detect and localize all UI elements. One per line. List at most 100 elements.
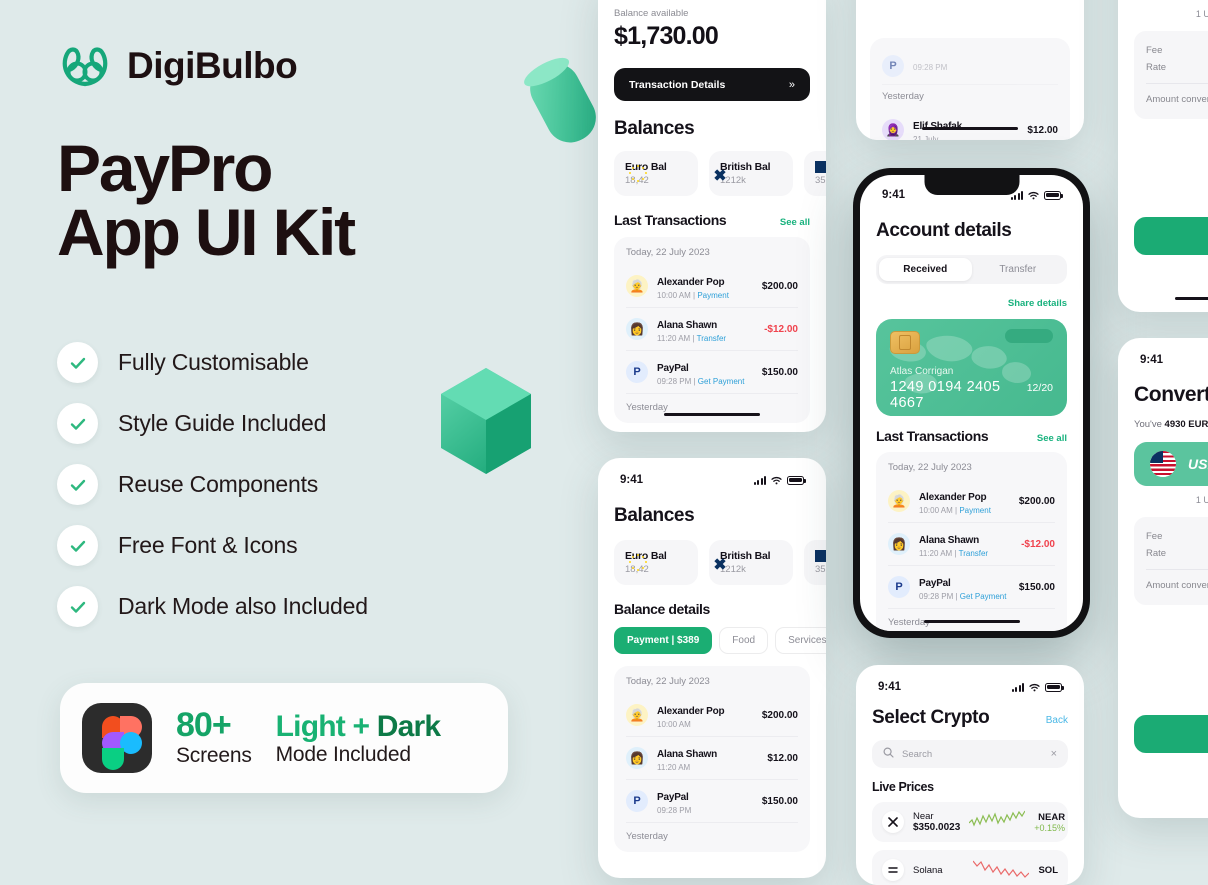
mode-dark-label: Dark	[376, 709, 441, 743]
close-icon[interactable]: ×	[1051, 748, 1057, 760]
amount-converted-label: Amount converted	[1146, 580, 1208, 591]
currency-value: 18,42	[625, 175, 687, 186]
avatar: 👩	[888, 533, 910, 555]
chip-services[interactable]: Services	[775, 627, 826, 654]
transaction-time: 09:28 PM	[657, 806, 692, 815]
search-icon	[883, 745, 894, 763]
chip-food[interactable]: Food	[719, 627, 769, 654]
conversion-details-box: Fee Rate Amount converted	[1134, 517, 1208, 605]
table-row[interactable]: P PayPal 09:28 PM | Get Payment $150.00	[626, 351, 798, 394]
table-row[interactable]: 🧕 Elif Shafak 21 July $12.00	[882, 109, 1058, 140]
table-row[interactable]: 👩 Alana Shawn 11:20 AM | Transfer -$12.0…	[626, 308, 798, 351]
check-icon	[57, 342, 98, 383]
card-number: 1249 0194 2405 4667	[890, 379, 1001, 411]
live-prices-heading: Live Prices	[872, 780, 934, 794]
battery-icon	[1045, 682, 1064, 692]
transaction-name: Alana Shawn	[657, 749, 718, 760]
avatar: 🧑‍🦳	[626, 275, 648, 297]
avatar: P	[882, 55, 904, 77]
transaction-amount: $150.00	[761, 366, 798, 378]
mode-title: Light + Dark	[276, 710, 441, 743]
currency-card-euro[interactable]: Euro Bal 18,42	[614, 540, 698, 585]
status-bar: 9:41	[1118, 347, 1208, 373]
transaction-name: PayPal	[657, 363, 689, 374]
share-details-link[interactable]: Share details	[1008, 298, 1067, 309]
list-item: Dark Mode also Included	[57, 576, 368, 637]
headline-line-1: PayPro	[57, 131, 273, 205]
coin-price: $350.0023	[913, 822, 961, 833]
currency-selector[interactable]: USD	[1134, 442, 1208, 486]
screen-balances: 9:41 Balances Euro Bal 18,42	[598, 458, 826, 878]
coin-name: Near	[913, 811, 934, 822]
check-icon	[57, 586, 98, 627]
transaction-details-button[interactable]: Transaction Details »	[614, 68, 810, 101]
table-row[interactable]: 👩 Alana Shawn 11:20 AM $12.00	[626, 737, 798, 780]
transactions-card: P 09:28 PM Yesterday 🧕 Elif Shafak 21 Ju…	[870, 38, 1070, 140]
status-time: 9:41	[878, 681, 902, 693]
see-all-link[interactable]: See all	[1037, 433, 1067, 444]
brand-name: DigiBulbo	[127, 45, 298, 86]
currency-card-us[interactable]: US Bal 350usd	[804, 151, 826, 196]
transaction-amount: $200.00	[761, 280, 798, 292]
transaction-name: PayPal	[919, 578, 951, 589]
convert-submit-button[interactable]	[1134, 217, 1208, 255]
transaction-time: 11:20 AM	[657, 763, 691, 772]
balance-amount: $1,730.00	[614, 22, 719, 50]
chip-payment[interactable]: Payment | $389	[614, 627, 713, 654]
transaction-name: Alexander Pop	[657, 706, 725, 717]
table-row[interactable]: P PayPal 09:28 PM $150.00	[626, 780, 798, 823]
transaction-amount: -$12.00	[764, 323, 798, 335]
search-input[interactable]: Search ×	[872, 740, 1068, 768]
table-row[interactable]: 🧑‍🦳 Alexander Pop 10:00 AM | Payment $20…	[888, 480, 1055, 523]
currency-value: 1212k	[720, 175, 746, 186]
table-row[interactable]: 🧑‍🦳 Alexander Pop 10:00 AM | Payment $20…	[626, 265, 798, 308]
currency-card-british[interactable]: British Bal 1212k	[709, 151, 793, 196]
card-contactless-pill	[1005, 329, 1053, 343]
headline-line-2: App UI Kit	[57, 195, 356, 270]
card-holder-name: Atlas Corrigan	[890, 366, 954, 377]
list-item[interactable]: Solana SOL	[872, 850, 1068, 885]
convert-submit-button[interactable]	[1134, 715, 1208, 753]
currency-value: 1212k	[720, 564, 746, 575]
currency-card-british[interactable]: British Bal 1212k	[709, 540, 793, 585]
currency-value: 350usd	[815, 175, 826, 186]
balance-available-label: Balance available	[614, 8, 689, 19]
wifi-icon	[1028, 191, 1039, 200]
sparkline-up-icon	[968, 809, 1026, 836]
table-row[interactable]: P 09:28 PM	[882, 48, 1058, 85]
credit-card[interactable]: Atlas Corrigan 1249 0194 2405 4667 12/20	[876, 319, 1067, 416]
decor-hexagon-3d	[427, 356, 545, 486]
category-chips: Payment | $389 Food Services Rent	[614, 627, 826, 654]
battery-icon	[1044, 190, 1063, 200]
screens-label: Screens	[176, 743, 252, 767]
table-row[interactable]: 🧑‍🦳 Alexander Pop 10:00 AM $200.00	[626, 694, 798, 737]
back-link[interactable]: Back	[1046, 715, 1068, 726]
screen-yesterday-transactions: P 09:28 PM Yesterday 🧕 Elif Shafak 21 Ju…	[856, 0, 1084, 140]
table-row[interactable]: P PayPal 09:28 PM | Get Payment $150.00	[888, 566, 1055, 609]
feature-label: Fully Customisable	[118, 349, 309, 375]
sparkline-down-icon	[973, 857, 1030, 884]
feature-label: Free Font & Icons	[118, 532, 298, 558]
list-item: Fully Customisable	[57, 332, 368, 393]
tab-received[interactable]: Received	[879, 258, 972, 281]
avatar: 👩	[626, 318, 648, 340]
list-item[interactable]: Near $350.0023 NEAR +0.15%	[872, 802, 1068, 842]
avatar: 🧑‍🦳	[888, 490, 910, 512]
poster-canvas: DigiBulbo PayPro App UI Kit Fully Custom…	[0, 0, 1208, 885]
currency-card-us[interactable]: US Bal 350usd	[804, 540, 826, 585]
transactions-date-label: Today, 22 July 2023	[888, 462, 972, 473]
fee-label: Fee	[1146, 531, 1163, 542]
check-icon	[57, 525, 98, 566]
see-all-link[interactable]: See all	[780, 217, 810, 228]
transaction-name: Alana Shawn	[919, 535, 980, 546]
screen-account-details-device: 9:41 Account details Received Transfer S…	[853, 168, 1090, 638]
tab-transfer[interactable]: Transfer	[972, 258, 1065, 281]
mode-group: Light + Dark Mode Included	[276, 710, 441, 767]
avatar: P	[626, 361, 648, 383]
currency-card-euro[interactable]: Euro Bal 18,42	[614, 151, 698, 196]
brand-lockup: DigiBulbo	[57, 38, 298, 94]
check-icon	[57, 403, 98, 444]
digibulbo-logo-icon	[57, 38, 113, 94]
table-row[interactable]: 👩 Alana Shawn 11:20 AM | Transfer -$12.0…	[888, 523, 1055, 566]
transaction-type: Transfer	[696, 334, 727, 343]
